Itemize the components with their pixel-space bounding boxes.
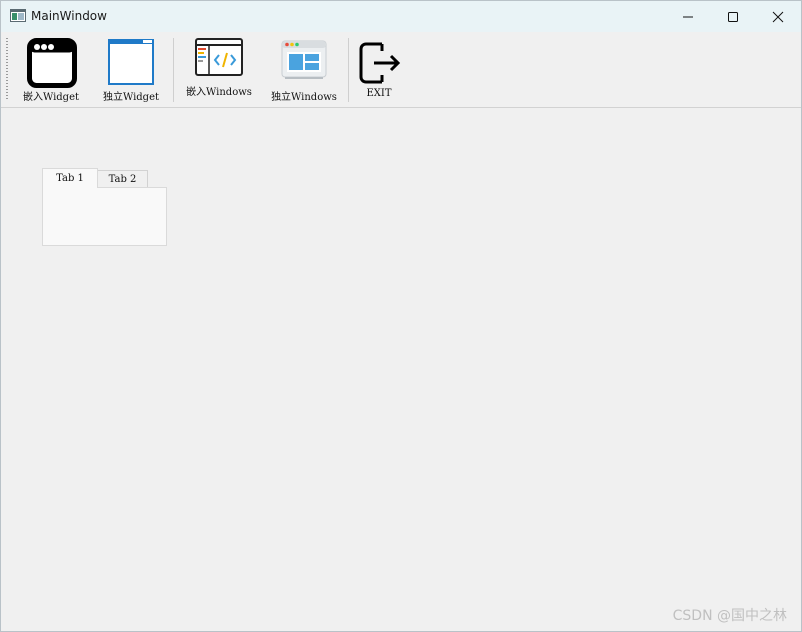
- standalone-widget-button[interactable]: 独立Widget: [95, 32, 167, 107]
- main-window: MainWindow 嵌入Widget 独立Widget 嵌入Windows 独…: [0, 0, 802, 632]
- toolbar-separator: [348, 38, 349, 102]
- toolbar: 嵌入Widget 独立Widget 嵌入Windows 独立Windows EX…: [1, 32, 801, 108]
- tab-2[interactable]: Tab 2: [97, 170, 148, 188]
- app-window-icon: [281, 40, 327, 79]
- tab-1[interactable]: Tab 1: [42, 168, 98, 188]
- standalone-widget-label: 独立Widget: [102, 92, 160, 103]
- embed-widget-button[interactable]: 嵌入Widget: [15, 32, 87, 107]
- window-black-icon: [27, 38, 77, 88]
- embed-windows-label: 嵌入Windows: [186, 87, 252, 98]
- tab-content-pane: [42, 187, 167, 246]
- minimize-icon: [683, 16, 693, 18]
- window-blue-icon: [108, 39, 154, 85]
- close-button[interactable]: [755, 1, 801, 32]
- minimize-button[interactable]: [665, 1, 711, 32]
- watermark: CSDN @国中之林: [672, 608, 787, 624]
- embed-widget-label: 嵌入Widget: [22, 92, 80, 103]
- exit-button[interactable]: EXIT: [353, 32, 405, 107]
- exit-icon: [359, 42, 401, 84]
- maximize-button[interactable]: [710, 1, 756, 32]
- toolbar-grip[interactable]: [6, 38, 8, 101]
- app-icon: [10, 9, 26, 22]
- exit-label: EXIT: [366, 88, 392, 99]
- toolbar-separator: [173, 38, 174, 102]
- tab-widget: Tab 1 Tab 2: [42, 168, 168, 248]
- maximize-icon: [728, 12, 738, 22]
- standalone-windows-label: 独立Windows: [271, 92, 337, 103]
- title-bar[interactable]: MainWindow: [1, 1, 801, 32]
- code-window-icon: [195, 38, 243, 76]
- standalone-windows-button[interactable]: 独立Windows: [264, 32, 344, 107]
- embed-windows-button[interactable]: 嵌入Windows: [179, 32, 259, 107]
- window-title: MainWindow: [31, 9, 107, 23]
- close-icon: [772, 11, 784, 23]
